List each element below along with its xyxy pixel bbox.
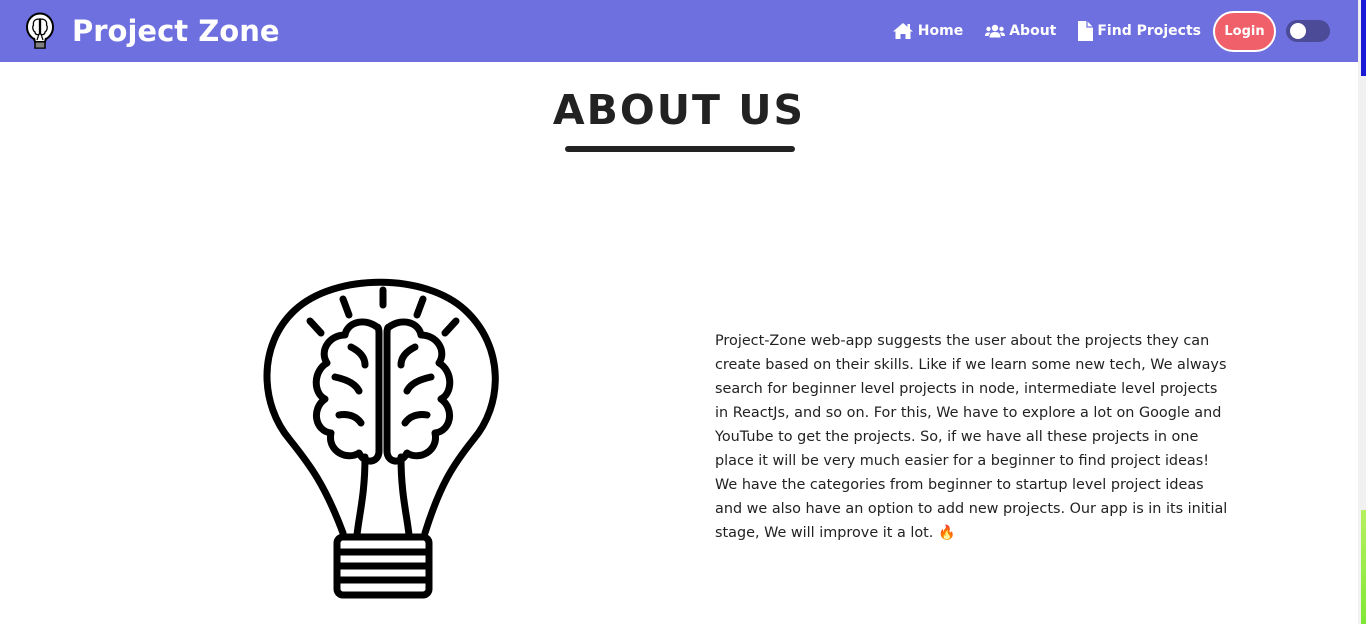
- scrollbar[interactable]: [1358, 0, 1366, 624]
- nav-home-label: Home: [917, 23, 964, 39]
- theme-toggle[interactable]: [1286, 20, 1330, 42]
- brand-link[interactable]: Project Zone: [24, 12, 280, 50]
- nav-about-link[interactable]: About: [985, 23, 1056, 39]
- nav-links: Home About Find Projects Login: [870, 10, 1330, 52]
- file-icon: [1078, 21, 1094, 41]
- nav-about-label: About: [1009, 23, 1057, 39]
- nav-find-projects-link[interactable]: Find Projects: [1078, 21, 1201, 41]
- nav-home-link[interactable]: Home: [892, 22, 963, 40]
- navbar: Project Zone Home About Find Projects Lo…: [0, 0, 1358, 62]
- nav-find-projects-label: Find Projects: [1097, 23, 1201, 39]
- about-description: Project-Zone web-app suggests the user a…: [715, 329, 1235, 545]
- fire-icon: 🔥: [937, 525, 956, 541]
- toggle-knob: [1290, 23, 1306, 39]
- scrollbar-accent: [1361, 510, 1366, 624]
- brain-lightbulb-logo-icon: [26, 12, 54, 49]
- about-description-text: Project-Zone web-app suggests the user a…: [715, 333, 1228, 541]
- page-title: ABOUT US: [552, 86, 806, 134]
- home-icon: [892, 23, 913, 39]
- users-icon: [985, 24, 1006, 38]
- heading-container: ABOUT US: [0, 86, 1358, 134]
- login-button[interactable]: Login: [1213, 10, 1276, 52]
- title-underline: [565, 146, 795, 152]
- scrollbar-thumb[interactable]: [1361, 0, 1366, 76]
- brand-name: Project Zone: [72, 14, 280, 48]
- brain-lightbulb-icon: [263, 278, 499, 599]
